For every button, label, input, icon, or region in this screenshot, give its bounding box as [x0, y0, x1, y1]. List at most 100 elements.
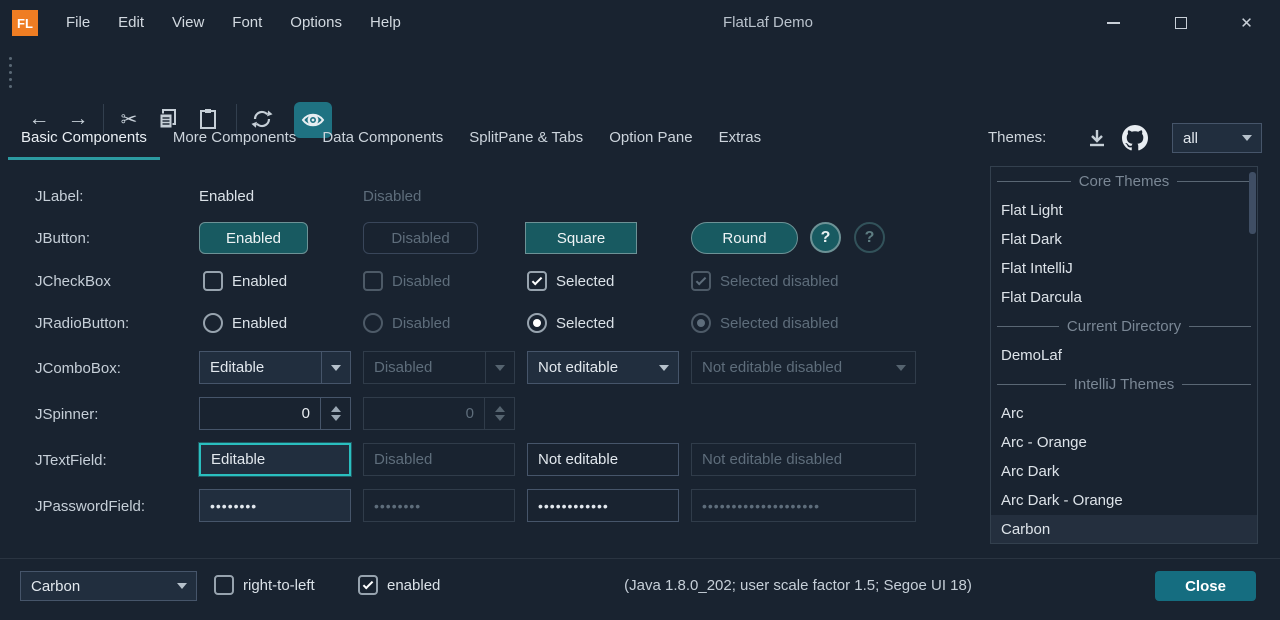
jcheckbox-row-label: JCheckBox — [35, 273, 111, 290]
round-button[interactable]: Round — [691, 222, 798, 254]
checkbox-selected-disabled: Selected disabled — [691, 271, 838, 291]
theme-item-carbon-selected[interactable]: Carbon — [991, 515, 1257, 544]
jlabel-row-label: JLabel: — [35, 188, 83, 205]
github-button[interactable] — [1121, 124, 1149, 152]
theme-item-flat-dark[interactable]: Flat Dark — [991, 225, 1257, 254]
download-theme-button[interactable] — [1083, 124, 1111, 152]
disabled-button: Disabled — [363, 222, 478, 254]
jbutton-row-label: JButton: — [35, 230, 90, 247]
checkbox-disabled: Disabled — [363, 271, 450, 291]
titlebar: FL File Edit View Font Options Help Flat… — [0, 0, 1280, 46]
toolbar-grip-handle[interactable] — [9, 57, 12, 88]
menu-view[interactable]: View — [158, 0, 218, 46]
checkbox-checked-icon — [358, 575, 378, 595]
combobox-editable[interactable]: Editable — [199, 351, 351, 384]
theme-item-arc-dark-orange[interactable]: Arc Dark - Orange — [991, 486, 1257, 515]
app-logo-icon: FL — [12, 10, 38, 36]
close-button[interactable]: Close — [1155, 571, 1256, 601]
theme-item-flat-light[interactable]: Flat Light — [991, 196, 1257, 225]
textfield-editable-focused[interactable]: Editable — [199, 443, 351, 476]
square-button[interactable]: Square — [525, 222, 637, 254]
spinner-up-icon — [495, 406, 505, 412]
spinner-arrows[interactable] — [320, 398, 350, 429]
help-button-disabled: ? — [854, 222, 885, 253]
radio-selected-disabled: Selected disabled — [691, 313, 838, 333]
download-icon — [1087, 128, 1107, 148]
help-button[interactable]: ? — [810, 222, 841, 253]
radio-icon — [363, 313, 383, 333]
right-to-left-checkbox[interactable]: right-to-left — [214, 575, 315, 595]
close-window-button[interactable]: ✕ — [1223, 0, 1270, 46]
minimize-button[interactable] — [1090, 0, 1137, 46]
menu-help[interactable]: Help — [356, 0, 415, 46]
jlabel-disabled: Disabled — [363, 188, 421, 205]
theme-item-flat-darcula[interactable]: Flat Darcula — [991, 283, 1257, 312]
combobox-disabled: Disabled — [363, 351, 515, 384]
chevron-down-icon — [896, 365, 906, 371]
checkbox-checked-icon — [527, 271, 547, 291]
checkbox-icon — [214, 575, 234, 595]
checkbox-enabled[interactable]: Enabled — [203, 271, 287, 291]
jlabel-enabled: Enabled — [199, 188, 254, 205]
menu-file[interactable]: File — [52, 0, 104, 46]
tab-more-components[interactable]: More Components — [160, 115, 309, 160]
bottombar: Carbon right-to-left enabled (Java 1.8.0… — [0, 558, 1280, 620]
enabled-button[interactable]: Enabled — [199, 222, 308, 254]
tab-basic-components[interactable]: Basic Components — [8, 115, 160, 160]
jpasswordfield-row-label: JPasswordField: — [35, 498, 145, 515]
theme-filter-combobox[interactable]: all — [1172, 123, 1262, 153]
combobox-not-editable[interactable]: Not editable — [527, 351, 679, 384]
checkbox-icon — [363, 271, 383, 291]
theme-item-flat-intellij[interactable]: Flat IntelliJ — [991, 254, 1257, 283]
theme-item-demolaf[interactable]: DemoLaf — [991, 341, 1257, 370]
theme-item-arc[interactable]: Arc — [991, 399, 1257, 428]
lookandfeel-combobox[interactable]: Carbon — [20, 571, 197, 601]
main-tabs: Basic Components More Components Data Co… — [8, 115, 774, 160]
theme-group-header: Current Directory — [991, 312, 1257, 341]
radio-enabled[interactable]: Enabled — [203, 313, 287, 333]
radio-disabled: Disabled — [363, 313, 450, 333]
spinner-enabled[interactable]: 0 — [199, 397, 351, 430]
theme-item-arc-dark[interactable]: Arc Dark — [991, 457, 1257, 486]
tab-splitpane-tabs[interactable]: SplitPane & Tabs — [456, 115, 596, 160]
tab-data-components[interactable]: Data Components — [309, 115, 456, 160]
chevron-down-icon — [659, 365, 669, 371]
menu-edit[interactable]: Edit — [104, 0, 158, 46]
theme-item-arc-orange[interactable]: Arc - Orange — [991, 428, 1257, 457]
window-title: FlatLaf Demo — [723, 0, 813, 46]
passwordfield-editable[interactable]: •••••••• — [199, 489, 351, 522]
textfield-not-editable-disabled: Not editable disabled — [691, 443, 916, 476]
theme-list-scrollbar[interactable] — [1249, 172, 1256, 234]
github-icon — [1122, 125, 1148, 151]
jtextfield-row-label: JTextField: — [35, 452, 107, 469]
menu-font[interactable]: Font — [218, 0, 276, 46]
passwordfield-not-editable[interactable]: •••••••••••• — [527, 489, 679, 522]
minimize-icon — [1107, 22, 1120, 24]
radio-selected[interactable]: Selected — [527, 313, 614, 333]
theme-group-header: IntelliJ Themes — [991, 370, 1257, 399]
close-icon: ✕ — [1240, 16, 1253, 31]
radio-icon — [203, 313, 223, 333]
radio-selected-icon — [527, 313, 547, 333]
tab-extras[interactable]: Extras — [706, 115, 775, 160]
combobox-not-editable-disabled: Not editable disabled — [691, 351, 916, 384]
spinner-up-icon[interactable] — [331, 406, 341, 412]
spinner-down-icon — [495, 415, 505, 421]
spinner-disabled: 0 — [363, 397, 515, 430]
chevron-down-icon — [331, 365, 341, 371]
lookandfeel-value: Carbon — [21, 578, 168, 595]
menu-options[interactable]: Options — [276, 0, 356, 46]
spinner-down-icon[interactable] — [331, 415, 341, 421]
radio-selected-icon — [691, 313, 711, 333]
jradiobutton-row-label: JRadioButton: — [35, 315, 129, 332]
textfield-not-editable[interactable]: Not editable — [527, 443, 679, 476]
theme-list: Core Themes Flat Light Flat Dark Flat In… — [990, 166, 1258, 544]
tab-option-pane[interactable]: Option Pane — [596, 115, 705, 160]
enabled-checkbox[interactable]: enabled — [358, 575, 440, 595]
status-info: (Java 1.8.0_202; user scale factor 1.5; … — [624, 559, 972, 613]
spinner-arrows — [484, 398, 514, 429]
checkbox-selected[interactable]: Selected — [527, 271, 614, 291]
maximize-button[interactable] — [1157, 0, 1204, 46]
passwordfield-not-editable-disabled: •••••••••••••••••••• — [691, 489, 916, 522]
menubar: File Edit View Font Options Help — [52, 0, 415, 46]
